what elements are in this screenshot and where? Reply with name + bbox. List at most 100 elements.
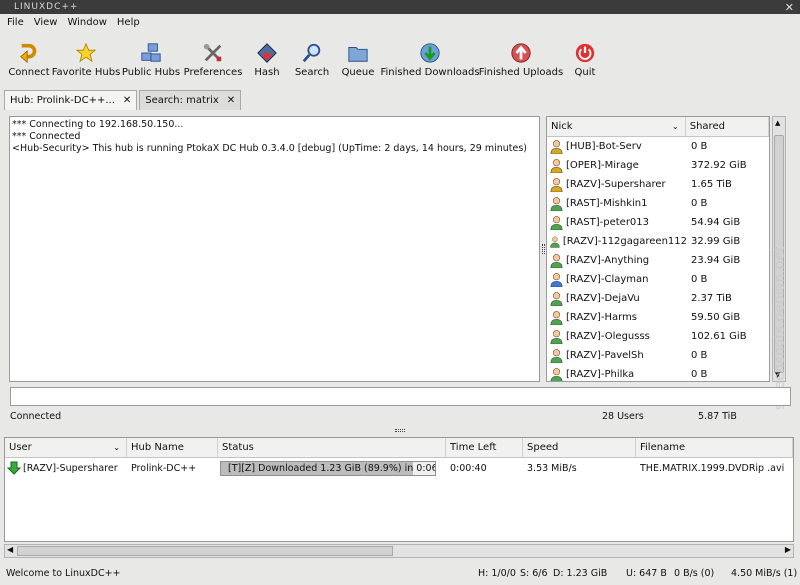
scroll-right-icon[interactable]: ▶ — [785, 545, 791, 554]
queue-button[interactable]: Queue — [341, 36, 375, 78]
finished-uploads-label: Finished Uploads — [478, 67, 564, 78]
column-time-left[interactable]: Time Left — [446, 438, 523, 457]
chat-input[interactable] — [10, 387, 791, 406]
scrollbar-thumb[interactable] — [17, 546, 393, 556]
column-filename[interactable]: Filename — [636, 438, 793, 457]
pane-splitter-horizontal[interactable] — [395, 429, 405, 432]
connect-label: Connect — [8, 67, 50, 78]
transfer-list-scrollbar[interactable]: ◀ ▶ — [4, 544, 794, 558]
column-nick[interactable]: Nick ⌄ — [547, 117, 686, 136]
column-user[interactable]: User ⌄ — [5, 438, 127, 457]
user-row[interactable]: [RAZV]-112gagareen112 32.99 GiB — [547, 232, 769, 251]
public-hubs-button[interactable]: Public Hubs — [122, 36, 180, 78]
menu-file[interactable]: File — [2, 14, 29, 31]
download-arrow-icon — [7, 461, 21, 475]
user-icon — [550, 216, 563, 230]
transfer-list[interactable]: User ⌄ Hub Name Status Time Left Speed Fi… — [4, 437, 794, 542]
user-row[interactable]: [RAZV]-Harms 59.50 GiB — [547, 308, 769, 327]
user-list[interactable]: Nick ⌄ Shared [HUB]-Bot-Serv 0 B [OPER]-Mir… — [546, 116, 770, 382]
column-nick-label: Nick — [551, 121, 573, 132]
user-row[interactable]: [RAZV]-Philka 0 B — [547, 365, 769, 381]
favorite-hubs-button[interactable]: Favorite Hubs — [51, 36, 121, 78]
transfer-speed: 3.53 MiB/s — [527, 462, 577, 474]
hash-button[interactable]: Hash — [252, 36, 282, 78]
scroll-up-icon[interactable]: ▲ — [775, 119, 780, 127]
user-icon — [550, 292, 563, 306]
quit-button[interactable]: Quit — [572, 36, 598, 78]
user-nick-cell: [RAST]-Mishkin1 — [547, 196, 687, 211]
user-row[interactable]: [RAZV]-Clayman 0 B — [547, 270, 769, 289]
user-nick-cell: [RAZV]-Anything — [547, 253, 687, 268]
column-status[interactable]: Status — [218, 438, 446, 457]
user-row[interactable]: [RAZV]-Olegusss 102.61 GiB — [547, 327, 769, 346]
column-shared[interactable]: Shared — [686, 117, 769, 136]
transfer-filename: THE.MATRIX.1999.DVDRip .avi — [640, 462, 785, 474]
user-nick: [RAZV]-Clayman — [566, 274, 649, 285]
menubar: File View Window Help — [0, 14, 800, 31]
user-nick: [RAST]-peter013 — [566, 217, 650, 228]
user-row[interactable]: [RAZV]-Anything 23.94 GiB — [547, 251, 769, 270]
toolbar: Connect Favorite Hubs Public Hubs Prefer… — [0, 36, 800, 84]
status-hubs: H: 1/0/0 — [478, 568, 516, 579]
folder-icon — [348, 47, 368, 62]
preferences-label: Preferences — [183, 67, 243, 78]
operator-user-icon — [550, 140, 563, 154]
user-shared: 0 B — [691, 198, 708, 209]
connect-button[interactable]: Connect — [8, 36, 50, 78]
user-icon — [550, 254, 563, 268]
user-row[interactable]: [RAZV]-DejaVu 2.37 TiB — [547, 289, 769, 308]
tab-hub-label: Hub: Prolink-DC++... — [10, 95, 115, 106]
user-shared: 59.50 GiB — [691, 312, 741, 323]
column-speed[interactable]: Speed — [523, 438, 636, 457]
operator-user-icon — [550, 159, 563, 173]
transfer-row[interactable]: [RAZV]-Supersharer Prolink-DC++ [T][Z] D… — [5, 458, 793, 478]
pane-splitter[interactable] — [542, 244, 545, 254]
column-hub-name[interactable]: Hub Name — [127, 438, 218, 457]
finished-downloads-button[interactable]: Finished Downloads — [380, 36, 480, 78]
chat-line: <Hub-Security> This hub is running Ptoka… — [12, 143, 527, 154]
user-nick: [HUB]-Bot-Serv — [566, 141, 642, 152]
status-uploaded: U: 647 B — [626, 568, 667, 579]
user-row[interactable]: [OPER]-Mirage 372.92 GiB — [547, 156, 769, 175]
window-titlebar: LinuxDC++ ✕ — [0, 0, 800, 14]
user-row[interactable]: [HUB]-Bot-Serv 0 B — [547, 137, 769, 156]
user-list-header: Nick ⌄ Shared — [547, 117, 769, 137]
user-icon — [550, 236, 560, 248]
tab-search[interactable]: Search: matrix ✕ — [139, 90, 242, 110]
user-nick-cell: [RAZV]-Philka — [547, 367, 687, 381]
scroll-left-icon[interactable]: ◀ — [7, 545, 13, 554]
finished-uploads-button[interactable]: Finished Uploads — [478, 36, 564, 78]
user-shared: 32.99 GiB — [691, 236, 741, 247]
close-icon[interactable]: ✕ — [123, 91, 131, 110]
menu-window[interactable]: Window — [62, 14, 111, 31]
user-nick: [RAZV]-Philka — [566, 369, 635, 380]
search-icon — [302, 43, 321, 63]
menu-help[interactable]: Help — [112, 14, 145, 31]
finished-downloads-label: Finished Downloads — [380, 67, 480, 78]
user-row[interactable]: [RAZV]-PavelSh 0 B — [547, 346, 769, 365]
user-row[interactable]: [RAST]-peter013 54.94 GiB — [547, 213, 769, 232]
user-row[interactable]: [RAST]-Mishkin1 0 B — [547, 194, 769, 213]
connect-icon — [20, 43, 37, 64]
search-button[interactable]: Search — [294, 36, 330, 78]
user-count: 28 Users — [602, 411, 644, 422]
user-nick-cell: [RAZV]-DejaVu — [547, 291, 687, 306]
user-nick-cell: [RAST]-peter013 — [547, 215, 687, 230]
chat-log[interactable]: *** Connecting to 192.168.50.150... *** … — [9, 116, 540, 382]
status-message: Welcome to LinuxDC++ — [6, 568, 121, 579]
user-row[interactable]: [RAZV]-Supersharer 1.65 TiB — [547, 175, 769, 194]
user-nick: [RAZV]-Harms — [566, 312, 638, 323]
window-close-button[interactable]: ✕ — [785, 1, 794, 15]
close-icon[interactable]: ✕ — [227, 91, 235, 110]
hub-status-bar: Connected 28 Users 5.87 TiB — [10, 411, 790, 423]
status-bar: Welcome to LinuxDC++ H: 1/0/0 S: 6/6 D: … — [0, 566, 800, 582]
user-shared: 2.37 TiB — [691, 293, 732, 304]
user-shared: 0 B — [691, 350, 708, 361]
favorite-hubs-label: Favorite Hubs — [51, 67, 121, 78]
user-icon — [550, 368, 563, 381]
user-rows: [HUB]-Bot-Serv 0 B [OPER]-Mirage 372.92 GiB… — [547, 137, 769, 381]
search-label: Search — [294, 67, 330, 78]
preferences-button[interactable]: Preferences — [184, 36, 242, 78]
menu-view[interactable]: View — [29, 14, 63, 31]
tab-hub[interactable]: Hub: Prolink-DC++... ✕ — [4, 90, 138, 110]
